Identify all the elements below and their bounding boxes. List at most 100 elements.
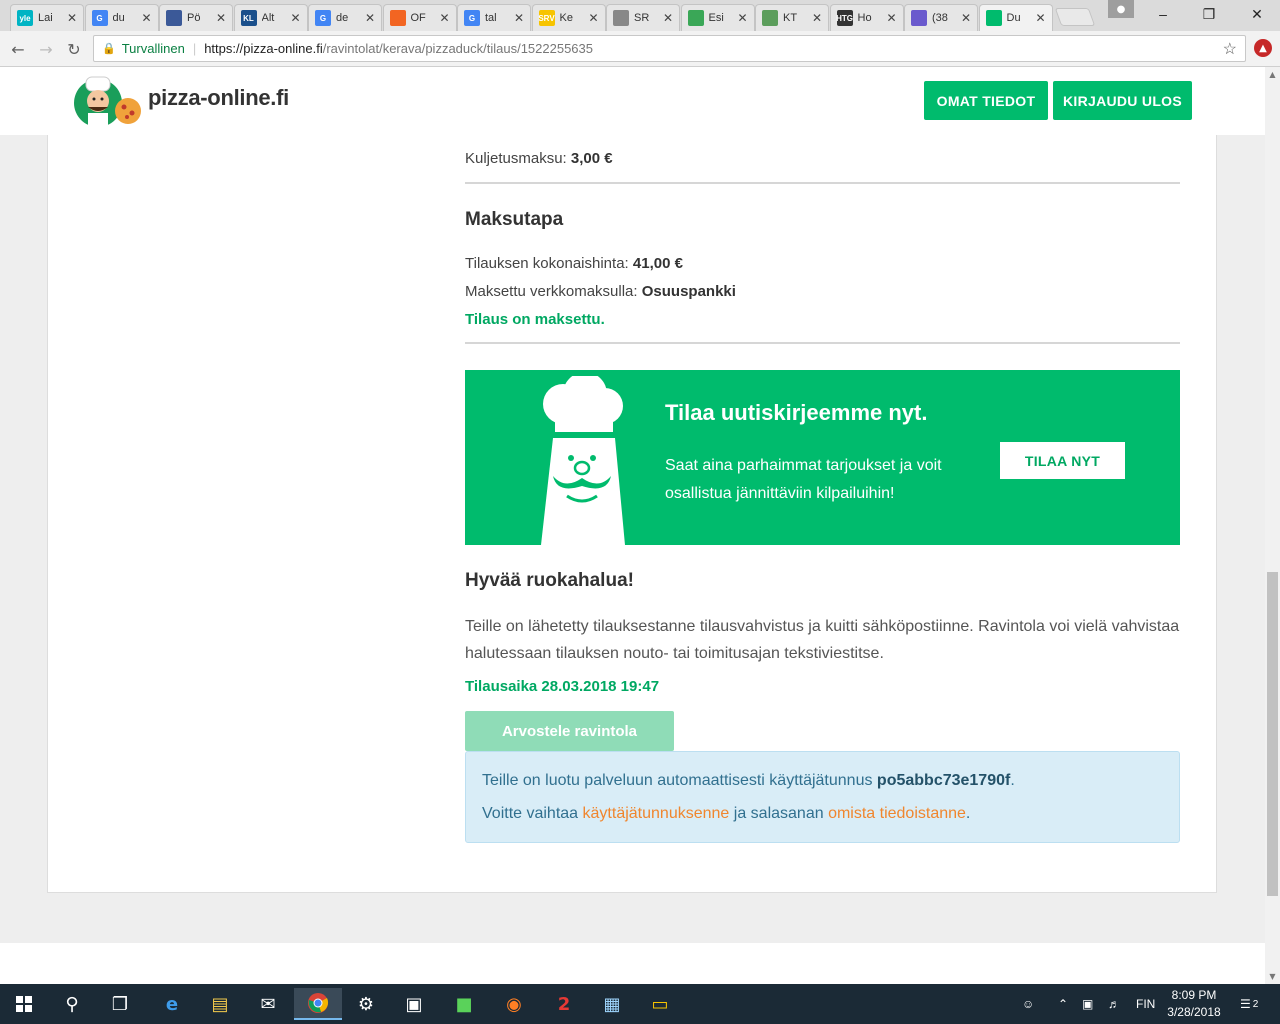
tab-favicon-icon (687, 10, 704, 26)
edge-browser-icon[interactable]: e (148, 988, 196, 1020)
tab-favicon-icon (911, 10, 927, 26)
change-username-link[interactable]: käyttäjätunnuksenne (583, 805, 730, 822)
browser-tab[interactable]: SRV Ke ✕ (531, 4, 606, 31)
tab-favicon-icon (389, 10, 406, 26)
browser-tab[interactable]: yle Lai ✕ (10, 4, 84, 31)
my-profile-link[interactable]: omista tiedoistanne (828, 805, 966, 822)
tab-title: OF (410, 12, 426, 24)
tab-favicon-icon: G (91, 10, 108, 26)
start-windows-icon[interactable] (0, 988, 48, 1020)
close-window-button[interactable]: ✕ (1234, 0, 1280, 28)
tab-title: Du (1006, 12, 1021, 24)
chef-logo-icon[interactable] (72, 75, 144, 129)
browser-tab[interactable]: Esi ✕ (680, 4, 755, 31)
tab-close-icon[interactable]: ✕ (736, 11, 750, 25)
security-app-icon[interactable]: ■ (440, 988, 488, 1020)
tab-favicon-icon (985, 10, 1002, 26)
tab-close-icon[interactable]: ✕ (810, 11, 824, 25)
scroll-down-icon[interactable]: ▼ (1265, 969, 1280, 984)
divider (465, 342, 1180, 344)
newsletter-body: Saat aina parhaimmat tarjoukset ja voit … (665, 457, 942, 502)
terminal-icon[interactable]: ▣ (390, 988, 438, 1020)
new-tab-button[interactable] (1054, 8, 1096, 26)
chrome-icon[interactable] (294, 988, 342, 1020)
logout-button[interactable]: KIRJAUDU ULOS (1053, 81, 1192, 120)
tab-close-icon[interactable]: ✕ (587, 11, 601, 25)
page-scrollbar[interactable]: ▲ ▼ (1265, 67, 1280, 984)
tab-close-icon[interactable]: ✕ (959, 11, 973, 25)
browser-tab[interactable]: OF ✕ (382, 4, 457, 31)
scroll-up-icon[interactable]: ▲ (1265, 67, 1280, 82)
tab-favicon-icon: SRV (538, 10, 555, 26)
browser-tab[interactable]: Pö ✕ (159, 4, 233, 31)
tab-title: Pö (187, 12, 201, 24)
subscribe-button[interactable]: TILAA NYT (1000, 442, 1125, 479)
order-total-value: 41,00 € (632, 255, 683, 272)
windows-taskbar: ⚲ ❐ e ▤ ✉ ⚙ ▣ ■ ◉ 2 ▦ ▭ ☺ ⌃ ▣ ♬ FIN 8:09… (0, 984, 1280, 1024)
browser-tab[interactable]: Gdu ✕ (84, 4, 159, 31)
order-total: Tilauksen kokonaishinta: 41,00 € (465, 255, 683, 272)
maximize-button[interactable]: ❐ (1186, 0, 1232, 28)
mail-icon[interactable]: ✉ (244, 988, 292, 1020)
back-icon[interactable]: ← (6, 37, 30, 61)
tab-close-icon[interactable]: ✕ (65, 11, 79, 25)
browser-tab[interactable]: KL Alt ✕ (233, 4, 308, 31)
tab-favicon-icon: HTG (836, 10, 853, 26)
tab-favicon-icon: KL (240, 10, 257, 26)
tab-close-icon[interactable]: ✕ (512, 11, 526, 25)
url-separator: | (192, 41, 197, 56)
review-restaurant-button[interactable]: Arvostele ravintola (465, 711, 674, 751)
browser-tab[interactable]: HTG Ho ✕ (829, 4, 904, 31)
browser-tab-bar: ● – ❐ ✕ yle Lai ✕ Gdu ✕ Pö ✕ KL Alt ✕ Gde ✕ OF ✕ Gtal ✕… (0, 0, 1280, 31)
browser-tab[interactable]: SR ✕ (606, 4, 680, 31)
tab-close-icon[interactable]: ✕ (885, 11, 899, 25)
tab-close-icon[interactable]: ✕ (661, 11, 675, 25)
notes-app-icon[interactable]: ▦ (588, 988, 636, 1020)
language-indicator[interactable]: FIN (1136, 984, 1155, 1024)
page-viewport: pizza-online.fi OMAT TIEDOT KIRJAUDU ULO… (0, 67, 1265, 984)
browser-tab[interactable]: KT ✕ (755, 4, 829, 31)
reload-icon[interactable]: ↻ (62, 37, 86, 61)
tab-close-icon[interactable]: ✕ (140, 11, 154, 25)
tab-title: KT (783, 12, 798, 24)
account-created-text: Teille on luotu palveluun automaattisest… (482, 772, 873, 789)
steam-icon[interactable]: ⚙ (342, 988, 390, 1020)
scrollbar-thumb[interactable] (1267, 572, 1278, 896)
browser-tab[interactable]: (38 ✕ (904, 4, 978, 31)
media-app-icon[interactable]: ▭ (636, 988, 684, 1020)
network-icon[interactable]: ▣ (1082, 984, 1093, 1024)
search-icon[interactable]: ⚲ (48, 988, 96, 1020)
browser-tab[interactable]: Du ✕ (978, 4, 1053, 31)
tab-title: Ho (857, 12, 872, 24)
people-icon[interactable]: ☺ (1022, 984, 1034, 1024)
url-path: /ravintolat/kerava/pizzaduck/tilaus/1522… (322, 41, 594, 56)
tray-chevron-icon[interactable]: ⌃ (1058, 984, 1068, 1024)
generated-username: po5abbc73e1790f (876, 772, 1011, 789)
tab-close-icon[interactable]: ✕ (1034, 11, 1048, 25)
profile-icon[interactable]: ● (1108, 0, 1134, 18)
file-explorer-icon[interactable]: ▤ (196, 988, 244, 1020)
account-info-box: Teille on luotu palveluun automaattisest… (465, 751, 1180, 843)
address-bar[interactable]: 🔒 Turvallinen | https://pizza-online.fi /… (93, 35, 1246, 62)
site-logo-text[interactable]: pizza-online.fi (148, 85, 289, 111)
firefox-icon[interactable]: ◉ (490, 988, 538, 1020)
bookmark-star-icon[interactable]: ☆ (1223, 39, 1237, 59)
browser-tab[interactable]: Gde ✕ (308, 4, 382, 31)
tab-title: Ke (559, 12, 573, 24)
tab-close-icon[interactable]: ✕ (289, 11, 303, 25)
minimize-button[interactable]: – (1140, 0, 1186, 28)
system-clock[interactable]: 8:09 PM 3/28/2018 (1162, 987, 1226, 1021)
newsletter-banner: Tilaa uutiskirjeemme nyt. Saat aina parh… (465, 370, 1180, 545)
notification-center[interactable]: ☰ 2 (1240, 984, 1258, 1024)
tab-favicon-icon: G (315, 10, 331, 26)
task-view-icon[interactable]: ❐ (96, 988, 144, 1020)
game-app-icon[interactable]: 2 (540, 988, 588, 1020)
browser-tab[interactable]: Gtal ✕ (457, 4, 531, 31)
volume-icon[interactable]: ♬ (1108, 984, 1120, 1024)
my-info-button[interactable]: OMAT TIEDOT (924, 81, 1048, 120)
forward-icon[interactable]: → (34, 37, 58, 61)
tab-close-icon[interactable]: ✕ (214, 11, 228, 25)
extension-icon[interactable]: ▲ (1254, 39, 1272, 57)
tab-close-icon[interactable]: ✕ (363, 11, 377, 25)
tab-close-icon[interactable]: ✕ (438, 11, 452, 25)
